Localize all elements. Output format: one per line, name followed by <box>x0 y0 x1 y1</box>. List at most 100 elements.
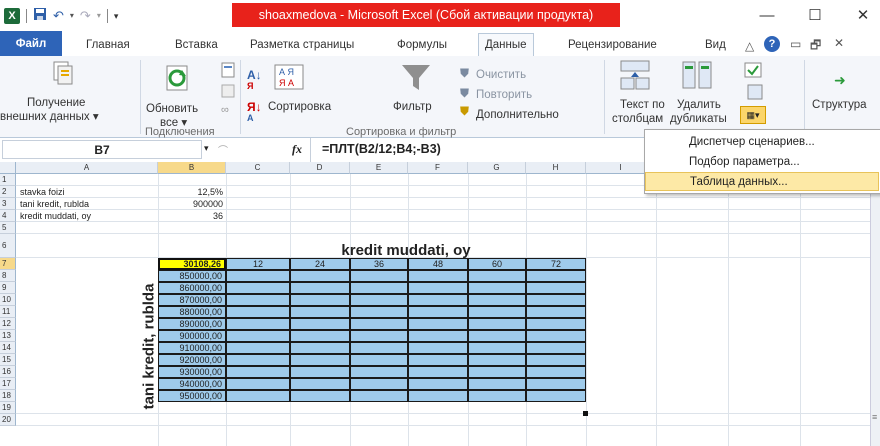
table-result-cell[interactable] <box>526 282 586 294</box>
row-header-6[interactable]: 6 <box>0 234 16 258</box>
get-external-data-label[interactable]: Получение <box>27 96 85 110</box>
fill-handle[interactable] <box>583 411 588 416</box>
table-result-cell[interactable] <box>290 378 350 390</box>
table-result-cell[interactable] <box>350 282 408 294</box>
table-result-cell[interactable] <box>408 390 468 402</box>
text-to-columns-icon[interactable] <box>620 60 650 93</box>
cell-a2[interactable]: stavka foizi <box>20 186 65 198</box>
row-header-9[interactable]: 9 <box>0 282 16 294</box>
row-header-17[interactable]: 17 <box>0 378 16 390</box>
table-result-cell[interactable] <box>350 330 408 342</box>
table-result-cell[interactable] <box>408 294 468 306</box>
table-result-cell[interactable] <box>290 282 350 294</box>
table-result-cell[interactable] <box>526 330 586 342</box>
table-result-cell[interactable] <box>350 342 408 354</box>
table-result-cell[interactable] <box>468 354 526 366</box>
column-header-c[interactable]: C <box>226 162 290 174</box>
table-result-cell[interactable] <box>408 270 468 282</box>
help-icon[interactable]: ? <box>764 36 780 52</box>
text-to-columns-label-2[interactable]: столбцам <box>612 112 663 126</box>
table-result-cell[interactable] <box>408 330 468 342</box>
tab-file[interactable]: Файл <box>0 31 62 56</box>
cell-g7[interactable]: 60 <box>468 258 526 270</box>
customize-qat-icon[interactable]: ▾ <box>114 8 119 24</box>
column-header-f[interactable]: F <box>408 162 468 174</box>
table-result-cell[interactable] <box>468 270 526 282</box>
vertical-scrollbar[interactable] <box>870 174 880 446</box>
table-result-cell[interactable] <box>408 342 468 354</box>
table-result-cell[interactable] <box>226 270 290 282</box>
table-result-cell[interactable] <box>226 342 290 354</box>
row-header-13[interactable]: 13 <box>0 330 16 342</box>
table-result-cell[interactable] <box>350 354 408 366</box>
table-result-cell[interactable] <box>350 294 408 306</box>
name-box-dropdown-icon[interactable]: ▾ <box>204 143 209 154</box>
row-header-14[interactable]: 14 <box>0 342 16 354</box>
row-header-5[interactable]: 5 <box>0 222 16 234</box>
workbook-close-icon[interactable]: ✕ <box>834 36 844 50</box>
cell-c7[interactable]: 12 <box>226 258 290 270</box>
table-result-cell[interactable] <box>408 354 468 366</box>
remove-duplicates-label[interactable]: Удалить <box>677 98 721 112</box>
restore-workbook-icon[interactable]: ▭ <box>790 37 801 51</box>
menu-item-data-table[interactable]: Таблица данных... <box>645 172 879 191</box>
cell-b9[interactable]: 860000,00 <box>158 282 226 294</box>
cell-e7[interactable]: 36 <box>350 258 408 270</box>
redo-icon[interactable]: ↷ <box>80 8 91 24</box>
cell-f7[interactable]: 48 <box>408 258 468 270</box>
cell-b17[interactable]: 940000,00 <box>158 378 226 390</box>
workbook-window-icon[interactable]: 🗗 <box>810 36 821 57</box>
row-header-18[interactable]: 18 <box>0 390 16 402</box>
row-header-12[interactable]: 12 <box>0 318 16 330</box>
reapply-label[interactable]: Повторить <box>476 88 532 102</box>
table-result-cell[interactable] <box>350 366 408 378</box>
table-result-cell[interactable] <box>526 390 586 402</box>
redo-dropdown-icon[interactable]: ▾ <box>97 8 101 24</box>
table-result-cell[interactable] <box>468 390 526 402</box>
cell-b14[interactable]: 910000,00 <box>158 342 226 354</box>
refresh-all-label[interactable]: Обновить <box>146 102 198 116</box>
column-header-h[interactable]: H <box>526 162 586 174</box>
cell-b4[interactable]: 36 <box>158 210 226 222</box>
table-result-cell[interactable] <box>408 306 468 318</box>
get-external-data-label-2[interactable]: внешних данных ▾ <box>0 110 99 124</box>
connections-icon[interactable] <box>221 62 235 81</box>
table-result-cell[interactable] <box>290 354 350 366</box>
table-result-cell[interactable] <box>468 378 526 390</box>
menu-item-goal-seek[interactable]: Подбор параметра... <box>645 152 879 171</box>
undo-dropdown-icon[interactable]: ▾ <box>70 8 74 24</box>
cell-b16[interactable]: 930000,00 <box>158 366 226 378</box>
outline-icon[interactable]: ➜ <box>834 72 846 89</box>
insert-function-icon[interactable]: fx <box>292 142 302 157</box>
table-result-cell[interactable] <box>526 378 586 390</box>
cell-a4[interactable]: kredit muddati, oy <box>20 210 91 222</box>
tab-review[interactable]: Рецензирование <box>568 35 657 55</box>
maximize-button[interactable]: ☐ <box>800 4 830 26</box>
tab-view[interactable]: Вид <box>705 35 726 55</box>
excel-logo-icon[interactable]: X <box>4 8 20 24</box>
row-header-11[interactable]: 11 <box>0 306 16 318</box>
tab-insert[interactable]: Вставка <box>175 35 218 55</box>
reapply-icon[interactable]: ⛊ <box>460 86 469 101</box>
table-result-cell[interactable] <box>350 318 408 330</box>
cell-b13[interactable]: 900000,00 <box>158 330 226 342</box>
what-if-analysis-button[interactable]: ▦▾ <box>740 106 766 124</box>
tab-formulas[interactable]: Формулы <box>397 35 447 55</box>
collapse-ribbon-icon[interactable]: △ <box>745 39 754 53</box>
table-result-cell[interactable] <box>468 306 526 318</box>
table-result-cell[interactable] <box>290 390 350 402</box>
cell-b18[interactable]: 950000,00 <box>158 390 226 402</box>
get-external-data-icon[interactable] <box>52 60 74 89</box>
remove-duplicates-icon[interactable] <box>682 60 712 93</box>
filter-icon[interactable] <box>400 62 432 97</box>
tab-page-layout[interactable]: Разметка страницы <box>250 35 354 55</box>
table-result-cell[interactable] <box>468 282 526 294</box>
table-result-cell[interactable] <box>408 378 468 390</box>
table-result-cell[interactable] <box>290 330 350 342</box>
table-result-cell[interactable] <box>526 342 586 354</box>
menu-item-scenario-manager[interactable]: Диспетчер сценариев... <box>645 132 879 151</box>
row-header-4[interactable]: 4 <box>0 210 16 222</box>
filter-label[interactable]: Фильтр <box>393 100 432 114</box>
sort-label[interactable]: Сортировка <box>268 100 331 114</box>
undo-icon[interactable]: ↶ <box>53 8 64 24</box>
